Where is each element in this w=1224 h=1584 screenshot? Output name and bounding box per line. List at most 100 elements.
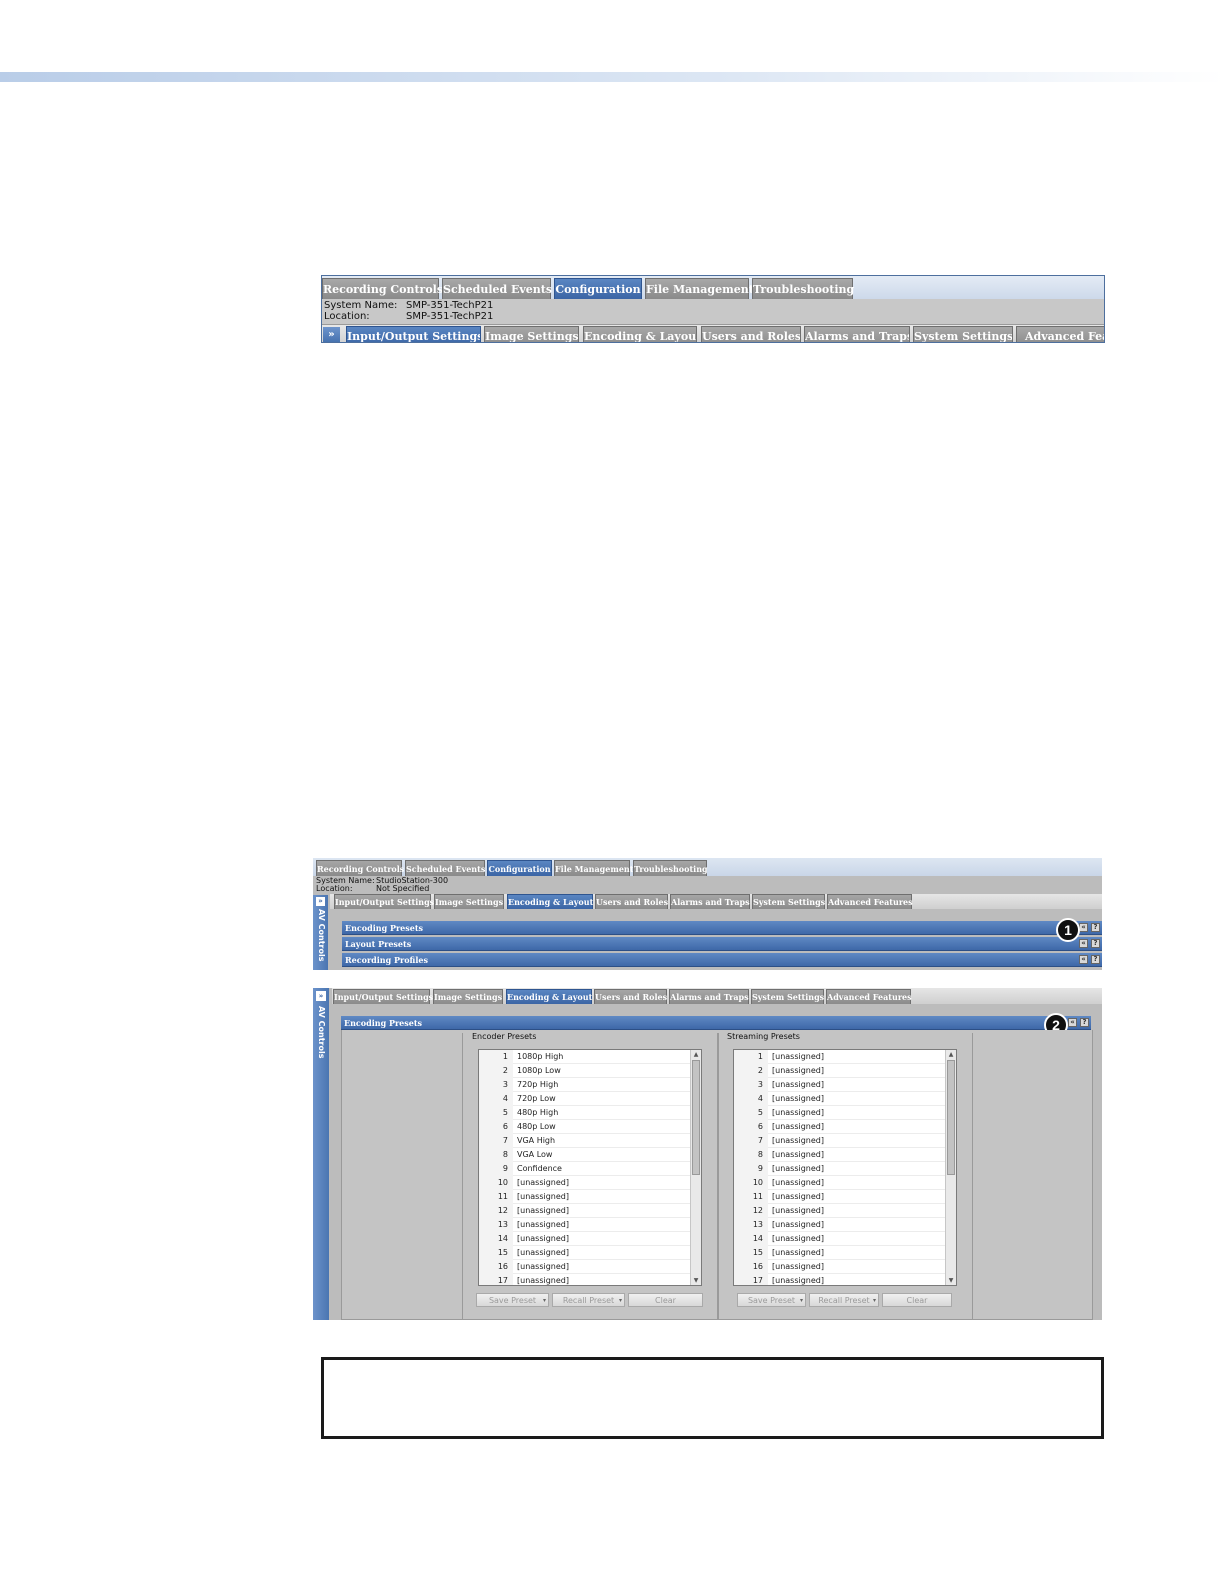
tab-troubleshooting[interactable]: Troubleshooting [633, 860, 708, 876]
list-item[interactable]: 16 [unassigned] [479, 1260, 690, 1274]
subtab-advanced-features[interactable]: Advanced Features [827, 894, 913, 909]
list-item[interactable]: 11 [unassigned] [479, 1190, 690, 1204]
subtab-users-and-roles[interactable]: Users and Roles [595, 894, 668, 909]
list-item[interactable]: 9 [unassigned] [734, 1162, 945, 1176]
list-item[interactable]: 9 Confidence [479, 1162, 690, 1176]
tab-scheduled-events[interactable]: Scheduled Events [442, 278, 552, 299]
list-item[interactable]: 4 720p Low [479, 1092, 690, 1106]
list-item[interactable]: 7 VGA High [479, 1134, 690, 1148]
list-item[interactable]: 15 [unassigned] [479, 1246, 690, 1260]
list-item[interactable]: 12 [unassigned] [479, 1204, 690, 1218]
list-item[interactable]: 8 [unassigned] [734, 1148, 945, 1162]
section-recording-profiles[interactable]: Recording Profiles « ? [342, 953, 1102, 967]
subtab-input-output-settings[interactable]: Input/Output Settings [346, 326, 481, 342]
scroll-down-icon[interactable]: ▼ [946, 1276, 956, 1285]
list-item[interactable]: 16 [unassigned] [734, 1260, 945, 1274]
subtab-input-output-settings[interactable]: Input/Output Settings [333, 989, 433, 1004]
list-item[interactable]: 8 VGA Low [479, 1148, 690, 1162]
encoder-save-preset-button[interactable]: Save Preset ▾ [476, 1293, 549, 1307]
scroll-thumb[interactable] [692, 1060, 700, 1175]
encoder-clear-button[interactable]: Clear [628, 1293, 703, 1307]
list-item[interactable]: 4 [unassigned] [734, 1092, 945, 1106]
subtab-encoding-layout[interactable]: Encoding & Layout [583, 326, 697, 342]
help-icon[interactable]: ? [1091, 939, 1100, 948]
list-item[interactable]: 5 [unassigned] [734, 1106, 945, 1120]
preset-number: 8 [734, 1148, 768, 1162]
streaming-presets-list[interactable]: 17 [unassigned] 16 [unassigned] 15 [unassigne… [733, 1049, 957, 1286]
list-item[interactable]: 17 [unassigned] [479, 1274, 690, 1285]
expand-panel-icon[interactable]: » [323, 327, 340, 342]
tab-configuration[interactable]: Configuration [554, 278, 642, 299]
scroll-up-icon[interactable]: ▲ [691, 1050, 701, 1059]
subtab-system-settings[interactable]: System Settings [913, 326, 1013, 342]
subtab-encoding-layout[interactable]: Encoding & Layout [507, 894, 593, 909]
list-item[interactable]: 10 [unassigned] [479, 1176, 690, 1190]
section-layout-presets[interactable]: Layout Presets « ? [342, 937, 1102, 951]
collapse-icon[interactable]: « [1079, 939, 1088, 948]
subtab-system-settings[interactable]: System Settings [751, 989, 824, 1004]
streaming-save-preset-button[interactable]: Save Preset ▾ [737, 1293, 806, 1307]
subtab-advanced-features[interactable]: Advanced Features [826, 989, 912, 1004]
list-item[interactable]: 17 [unassigned] [734, 1274, 945, 1285]
scroll-up-icon[interactable]: ▲ [946, 1050, 956, 1059]
scrollbar[interactable]: ▲ ▼ [945, 1050, 956, 1285]
subtab-image-settings[interactable]: Image Settings [434, 894, 504, 909]
list-item[interactable]: 6 480p Low [479, 1120, 690, 1134]
subtab-users-and-roles[interactable]: Users and Roles [701, 326, 801, 342]
list-item[interactable]: 12 [unassigned] [734, 1204, 945, 1218]
subtab-image-settings[interactable]: Image Settings [484, 326, 579, 342]
collapse-icon[interactable]: « [1068, 1018, 1077, 1027]
tab-file-management[interactable]: File Management [554, 860, 633, 876]
list-item[interactable]: 1 1080p High [479, 1050, 690, 1064]
list-item[interactable]: 6 [unassigned] [734, 1120, 945, 1134]
tab-configuration[interactable]: Configuration [487, 860, 552, 876]
section-encoding-presets[interactable]: Encoding Presets « ? [341, 1016, 1091, 1030]
tab-scheduled-events[interactable]: Scheduled Events [405, 860, 485, 876]
encoder-recall-preset-button[interactable]: Recall Preset ▾ [552, 1293, 625, 1307]
preset-number: 7 [479, 1134, 513, 1148]
list-item[interactable]: 2 [unassigned] [734, 1064, 945, 1078]
help-icon[interactable]: ? [1091, 955, 1100, 964]
tab-recording-controls[interactable]: Recording Controls [316, 860, 404, 876]
list-item[interactable]: 13 [unassigned] [734, 1218, 945, 1232]
expand-panel-icon[interactable]: » [316, 897, 325, 906]
list-item[interactable]: 1 [unassigned] [734, 1050, 945, 1064]
list-item[interactable]: 2 1080p Low [479, 1064, 690, 1078]
subtab-system-settings[interactable]: System Settings [752, 894, 825, 909]
subtab-input-output-settings[interactable]: Input/Output Settings [334, 894, 434, 909]
list-item[interactable]: 7 [unassigned] [734, 1134, 945, 1148]
list-item[interactable]: 14 [unassigned] [734, 1232, 945, 1246]
help-icon[interactable]: ? [1080, 1018, 1089, 1027]
subtab-image-settings[interactable]: Image Settings [433, 989, 503, 1004]
tab-file-management[interactable]: File Management [645, 278, 754, 299]
av-controls-sidebar[interactable]: » AV Controls [313, 988, 329, 1320]
collapse-icon[interactable]: « [1079, 955, 1088, 964]
av-controls-sidebar[interactable]: » AV Controls [313, 895, 328, 970]
help-icon[interactable]: ? [1091, 923, 1100, 932]
encoder-presets-list[interactable]: 17 [unassigned] 16 [unassigned] 15 [unassigne… [478, 1049, 702, 1286]
subtab-advanced-features[interactable]: Advanced Featu [1016, 326, 1104, 342]
collapse-icon[interactable]: « [1079, 923, 1088, 932]
subtab-encoding-layout[interactable]: Encoding & Layout [506, 989, 592, 1004]
list-item[interactable]: 3 [unassigned] [734, 1078, 945, 1092]
subtab-alarms-and-traps[interactable]: Alarms and Traps [670, 894, 750, 909]
list-item[interactable]: 3 720p High [479, 1078, 690, 1092]
tab-troubleshooting[interactable]: Troubleshooting [752, 278, 854, 299]
scrollbar[interactable]: ▲ ▼ [690, 1050, 701, 1285]
section-encoding-presets[interactable]: Encoding Presets « ? [342, 921, 1102, 935]
streaming-recall-preset-button[interactable]: Recall Preset ▾ [809, 1293, 879, 1307]
list-item[interactable]: 5 480p High [479, 1106, 690, 1120]
subtab-users-and-roles[interactable]: Users and Roles [594, 989, 667, 1004]
scroll-down-icon[interactable]: ▼ [691, 1276, 701, 1285]
streaming-clear-button[interactable]: Clear [882, 1293, 952, 1307]
subtab-alarms-and-traps[interactable]: Alarms and Traps [804, 326, 910, 342]
expand-panel-icon[interactable]: » [316, 991, 326, 1001]
list-item[interactable]: 13 [unassigned] [479, 1218, 690, 1232]
list-item[interactable]: 10 [unassigned] [734, 1176, 945, 1190]
list-item[interactable]: 15 [unassigned] [734, 1246, 945, 1260]
list-item[interactable]: 14 [unassigned] [479, 1232, 690, 1246]
subtab-alarms-and-traps[interactable]: Alarms and Traps [669, 989, 749, 1004]
list-item[interactable]: 11 [unassigned] [734, 1190, 945, 1204]
tab-recording-controls[interactable]: Recording Controls [322, 278, 443, 299]
scroll-thumb[interactable] [947, 1060, 955, 1175]
